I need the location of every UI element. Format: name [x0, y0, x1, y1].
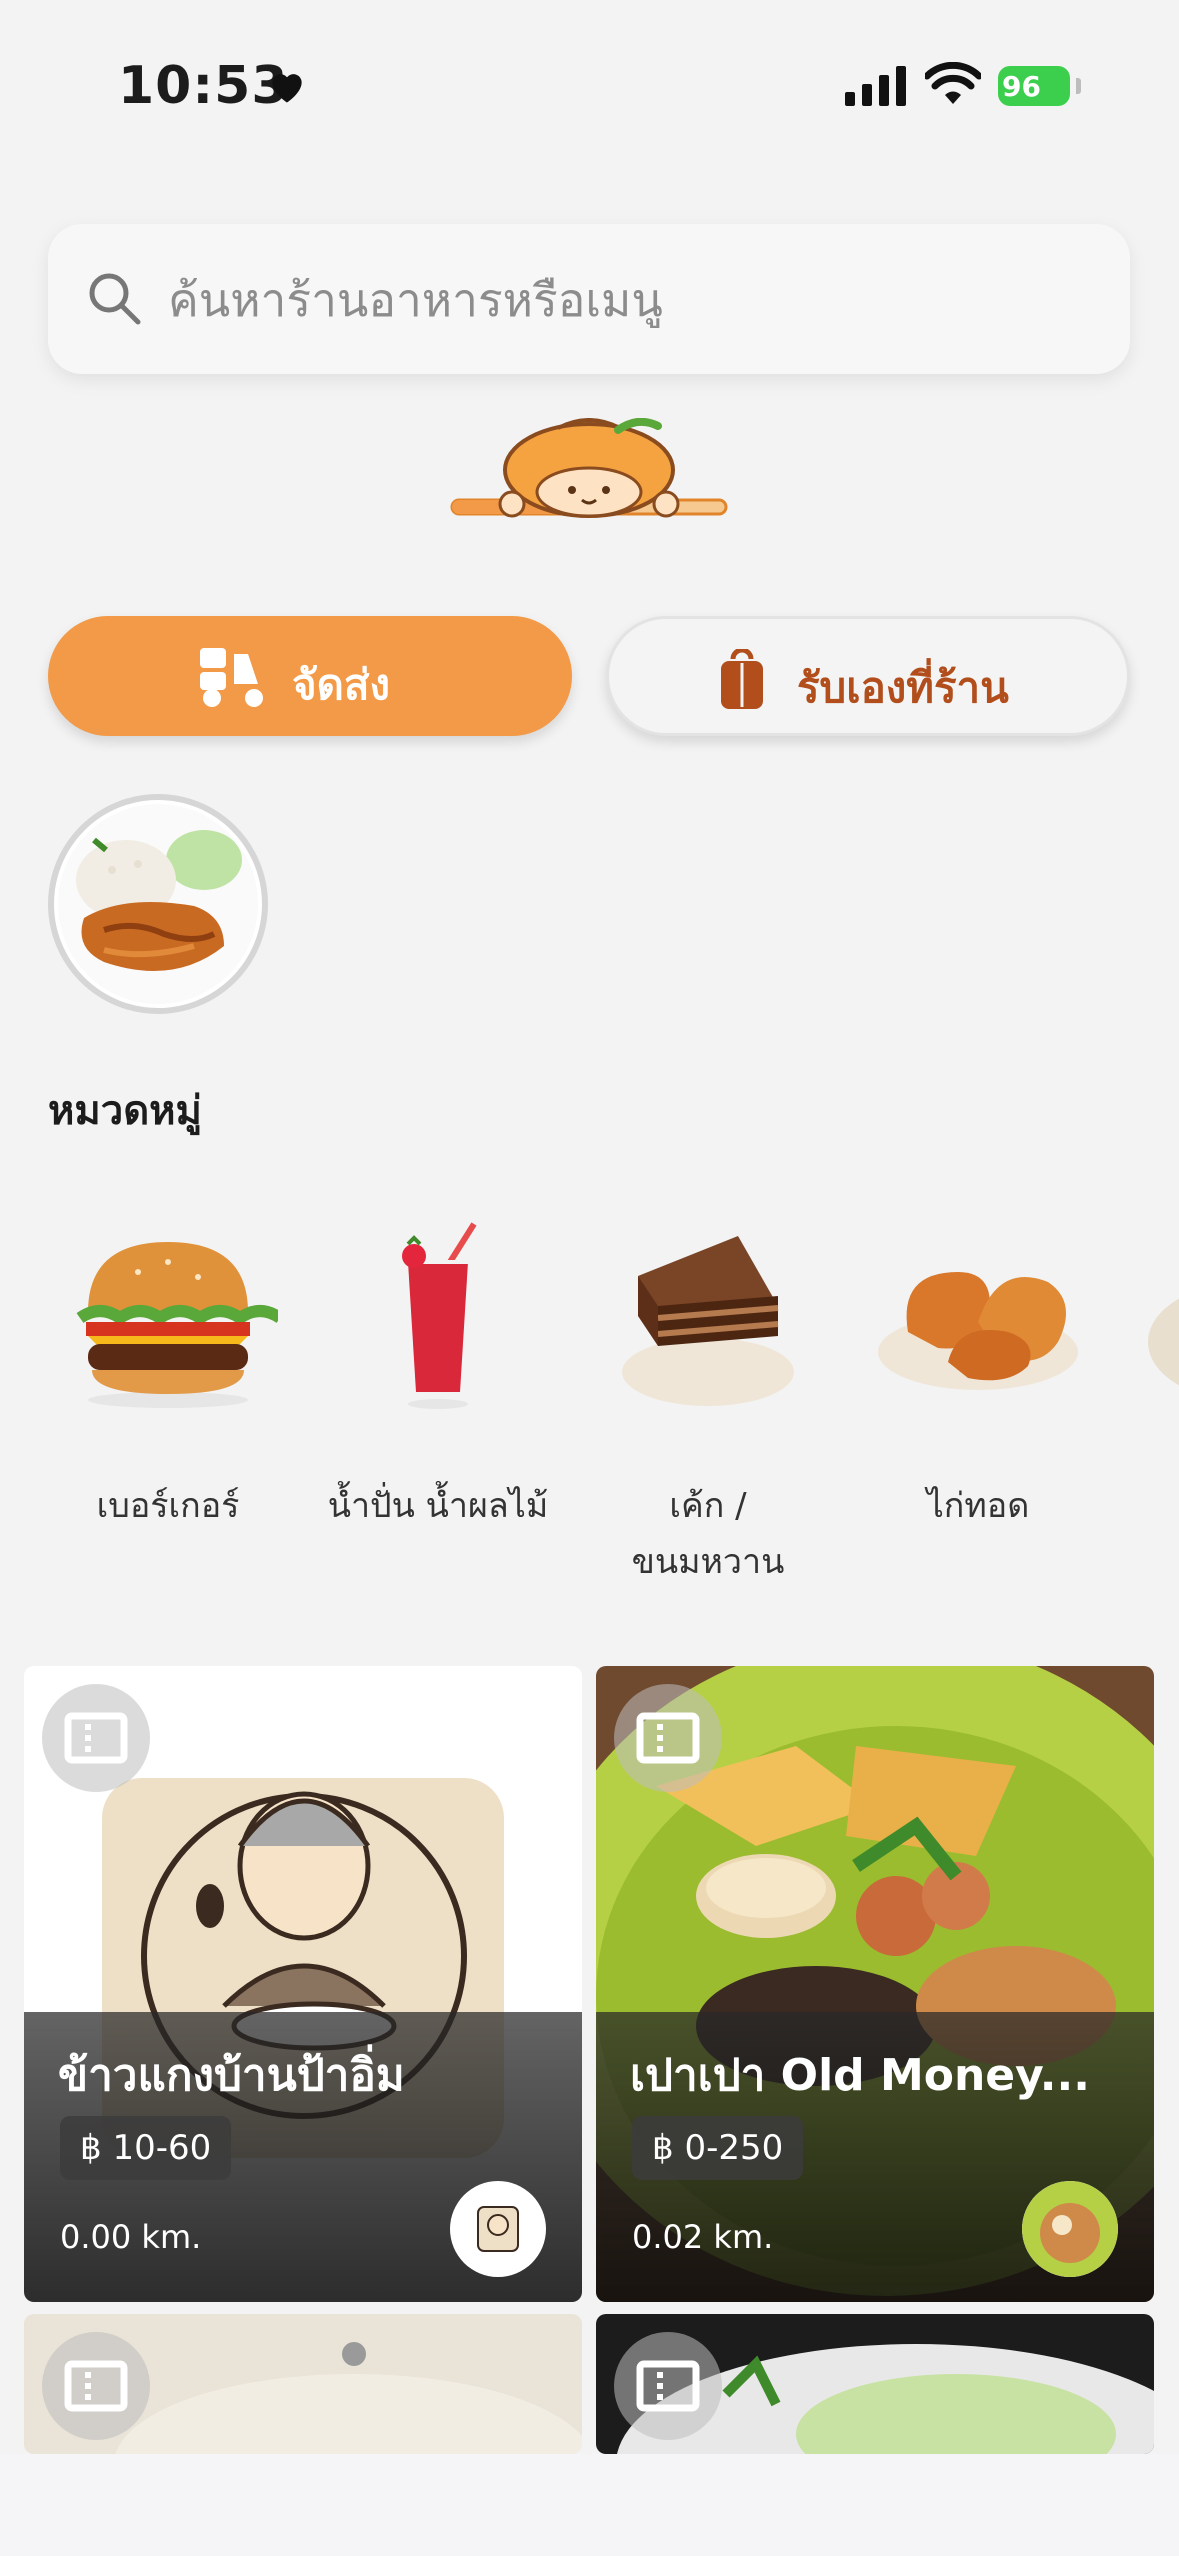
categories-heading: หมวดหมู่	[48, 1088, 202, 1134]
category-smoothie[interactable]: น้ำปั่น น้ำผลไม้	[328, 1222, 548, 1526]
delivery-label: จัดส่ง	[292, 660, 391, 709]
voucher-icon	[614, 2332, 722, 2440]
battery-tip	[1076, 78, 1081, 94]
restaurant-name: เปาเปา Old Money...	[630, 2050, 1090, 2101]
burger-icon	[76, 1242, 284, 1408]
category-cake[interactable]: เค้ก / ขนมหวาน	[598, 1222, 818, 1582]
category-fried-chicken[interactable]: ไก่ทอด	[868, 1222, 1088, 1526]
fried-chicken-icon	[878, 1272, 1078, 1390]
restaurant-logo	[450, 2181, 546, 2277]
search-bar[interactable]	[48, 224, 1130, 374]
category-label: น้ำปั่น น้ำผลไม้	[327, 1486, 549, 1526]
smoothie-icon	[402, 1222, 477, 1409]
category-label: ไก่ทอด	[926, 1486, 1030, 1526]
restaurant-card[interactable]	[596, 2314, 1154, 2454]
restaurant-logo	[1022, 2181, 1118, 2277]
pickup-button[interactable]: รับเองที่ร้าน	[606, 616, 1130, 736]
category-label: เค้ก / ขนมหวาน	[631, 1486, 785, 1582]
bottom-safe-area	[0, 2454, 1179, 2556]
pumpkin-mascot-logo	[450, 418, 728, 518]
battery-icon: 96	[998, 66, 1072, 106]
pickup-label: รับเองที่ร้าน	[797, 663, 1009, 712]
wifi-icon	[925, 62, 981, 104]
restaurant-card[interactable]: เปาเปา Old Money... ฿ 0-250 0.02 km.	[596, 1666, 1154, 2302]
price-range-badge: ฿ 10-60	[60, 2116, 232, 2180]
heart-icon	[272, 74, 302, 103]
cellular-signal-icon	[845, 66, 906, 106]
chicken-rice-image	[58, 804, 258, 1004]
recent-restaurant-avatar[interactable]	[48, 794, 268, 1014]
shopping-bag-icon	[721, 649, 763, 709]
plate-icon	[1148, 1298, 1179, 1386]
scooter-icon	[200, 648, 263, 707]
restaurant-distance: 0.00 km.	[60, 2218, 202, 2256]
status-time: 10:53	[118, 56, 289, 116]
status-bar: 10:53 96	[0, 0, 1179, 170]
voucher-icon	[42, 2332, 150, 2440]
search-icon	[89, 273, 141, 325]
voucher-icon	[42, 1684, 150, 1792]
category-burger[interactable]: เบอร์เกอร์	[58, 1222, 284, 1526]
restaurant-name: ข้าวแกงบ้านป้าอิ่ม	[58, 2050, 405, 2101]
voucher-icon	[614, 1684, 722, 1792]
price-range-badge: ฿ 0-250	[632, 2116, 804, 2180]
category-label: เบอร์เกอร์	[96, 1486, 240, 1526]
battery-level: 96	[1002, 70, 1041, 103]
search-input[interactable]	[166, 254, 1070, 346]
restaurant-card[interactable]	[24, 2314, 582, 2454]
restaurant-card[interactable]: ข้าวแกงบ้านป้าอิ่ม ฿ 10-60 0.00 km.	[24, 1666, 582, 2302]
category-partial[interactable]: ขา	[1138, 1222, 1179, 1416]
cake-icon	[622, 1236, 794, 1406]
delivery-button[interactable]: จัดส่ง	[48, 616, 572, 736]
restaurant-distance: 0.02 km.	[632, 2218, 774, 2256]
